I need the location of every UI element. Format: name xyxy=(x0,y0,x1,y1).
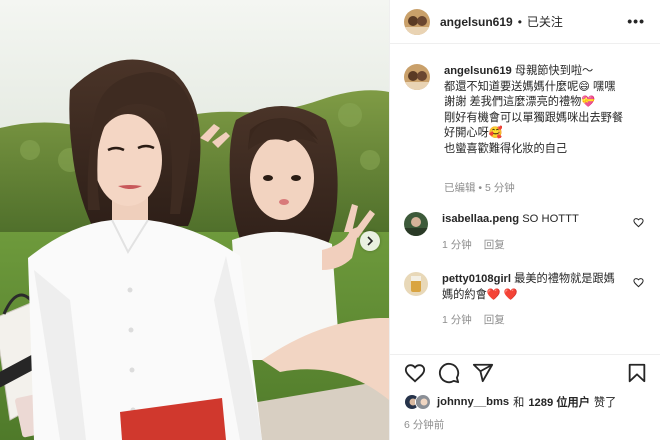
caption-line: 謝謝 差我們這麼漂亮的禮物💝 xyxy=(444,96,596,108)
caption-meta: 已编辑 • 5 分钟 xyxy=(444,180,515,195)
post-sidebar: angelsun619 • 已关注 ••• angelsun619 母親節快到啦… xyxy=(389,0,660,440)
carousel-next-button[interactable] xyxy=(360,231,380,251)
like-comment-heart-icon[interactable] xyxy=(633,217,644,228)
caption-line: 好開心呀🥰 xyxy=(444,127,503,139)
caption-avatar[interactable] xyxy=(404,64,430,90)
likes-summary: johnny__bms 和 1289 位用户 赞了 xyxy=(404,394,616,410)
first-liker-username[interactable]: johnny__bms xyxy=(437,396,509,408)
comment-text: SO HOTTT xyxy=(522,213,579,225)
post-header: angelsun619 • 已关注 ••• xyxy=(390,0,660,44)
caption-line: 也蠻喜歡難得化妝的自己 xyxy=(444,142,568,155)
comment-item: petty0108girl 最美的禮物就是跟媽媽的約會❤️ ❤️ 1 分钟 回复 xyxy=(404,272,654,329)
author-avatar[interactable] xyxy=(404,8,430,35)
comment-username[interactable]: isabellaa.peng xyxy=(442,213,519,225)
likes-joiner: 和 xyxy=(513,397,525,409)
bookmark-icon[interactable] xyxy=(626,362,648,384)
heart-icon[interactable] xyxy=(404,362,426,384)
actions-divider xyxy=(390,354,660,355)
post-actions-bar xyxy=(404,362,654,386)
caption-text: angelsun619 母親節快到啦～ 都還不知道要送媽媽什麼呢😄 嘿嘿 謝謝 … xyxy=(444,64,623,157)
avatar-image xyxy=(404,64,430,90)
commenter-avatar[interactable] xyxy=(404,212,428,236)
caption-line: 剛好有機會可以單獨跟媽咪出去野餐 xyxy=(444,111,624,124)
reply-button[interactable]: 回复 xyxy=(484,239,505,251)
avatar-image xyxy=(416,395,430,409)
liker-avatar xyxy=(415,394,431,410)
comment-icon[interactable] xyxy=(438,362,460,384)
avatar-image xyxy=(404,212,428,236)
photo-illustration xyxy=(0,0,389,440)
post-caption: angelsun619 母親節快到啦～ 都還不知道要送媽媽什麼呢😄 嘿嘿 謝謝 … xyxy=(404,64,650,157)
likes-count[interactable]: 1289 位用户 xyxy=(528,394,590,410)
caption-age: 5 分钟 xyxy=(485,182,515,194)
likes-suffix: 赞了 xyxy=(593,397,617,409)
chevron-right-icon xyxy=(367,236,374,246)
comment-username[interactable]: petty0108girl xyxy=(442,273,511,285)
post-photo xyxy=(0,0,389,440)
comment-age: 1 分钟 xyxy=(442,238,472,251)
avatar-image xyxy=(404,8,430,35)
more-options-icon[interactable]: ••• xyxy=(627,13,645,29)
author-username[interactable]: angelsun619 xyxy=(440,15,513,29)
comment-age: 1 分钟 xyxy=(442,314,472,326)
caption-username[interactable]: angelsun619 xyxy=(444,65,512,77)
caption-line: 母親節快到啦～ xyxy=(514,65,594,77)
post-timestamp[interactable]: 6 分钟前 xyxy=(404,417,444,432)
comment-item: isabellaa.peng SO HOTTT 1 分钟 回复 xyxy=(404,212,654,253)
separator-dot: • xyxy=(517,14,522,29)
avatar-image xyxy=(404,272,428,296)
caption-line: 都還不知道要送媽媽什麼呢😄 嘿嘿 xyxy=(444,80,616,93)
like-comment-heart-icon[interactable] xyxy=(633,277,644,288)
follow-status-button[interactable]: 已关注 xyxy=(527,13,563,30)
share-icon[interactable] xyxy=(472,362,494,384)
reply-button[interactable]: 回复 xyxy=(484,314,505,326)
edited-label: 已编辑 xyxy=(444,182,476,194)
commenter-avatar[interactable] xyxy=(404,272,428,296)
